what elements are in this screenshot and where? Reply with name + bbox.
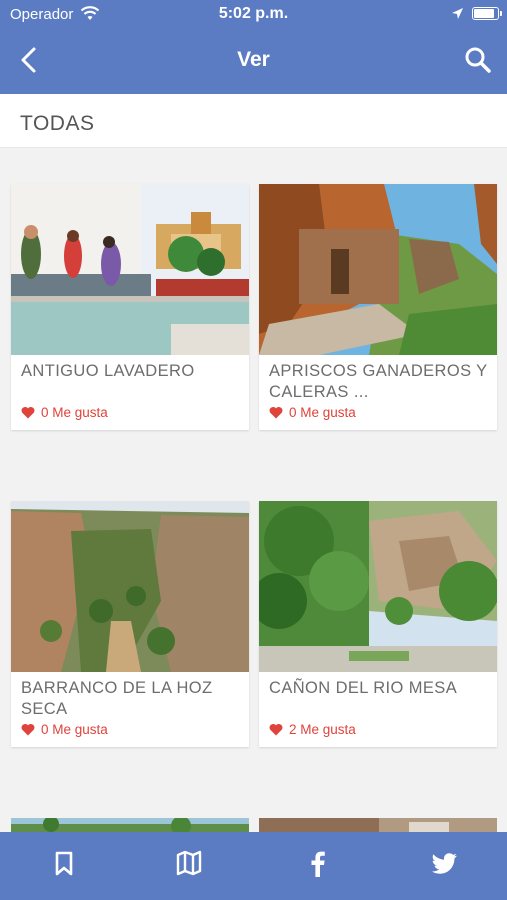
heart-icon (21, 407, 35, 419)
place-photo (11, 501, 249, 672)
like-count[interactable]: 2 Me gusta (269, 722, 356, 737)
place-card[interactable]: BARRANCO DE LA HOZ SECA 0 Me gusta (11, 501, 249, 747)
tab-facebook[interactable] (303, 848, 333, 878)
like-count[interactable]: 0 Me gusta (21, 405, 108, 420)
like-count-label: 0 Me gusta (289, 405, 356, 420)
page-title: Ver (237, 48, 270, 71)
place-photo (259, 501, 497, 672)
search-button[interactable] (462, 44, 494, 76)
place-photo (259, 184, 497, 355)
tab-twitter[interactable] (429, 848, 459, 878)
like-count-label: 0 Me gusta (41, 405, 108, 420)
like-count-label: 2 Me gusta (289, 722, 356, 737)
twitter-icon (431, 853, 457, 874)
category-filter[interactable]: TODAS (0, 94, 507, 148)
place-name: APRISCOS GANADEROS Y CALERAS ... (269, 362, 488, 401)
heart-icon (21, 724, 35, 736)
place-card[interactable]: CAÑON DEL RIO MESA 2 Me gusta (259, 501, 497, 747)
map-icon (176, 850, 202, 876)
places-grid: ANTIGUO LAVADERO 0 Me gusta APRISCOS GAN… (0, 148, 507, 832)
facebook-icon (311, 851, 325, 877)
tab-bar (0, 832, 507, 900)
place-photo (259, 818, 497, 832)
location-arrow-icon (452, 8, 463, 19)
status-bar: Operador 5:02 p.m. (0, 0, 507, 28)
tab-bookmarks[interactable] (49, 848, 79, 878)
place-name: BARRANCO DE LA HOZ SECA (21, 679, 213, 718)
place-card-partial[interactable] (259, 818, 497, 832)
clock: 5:02 p.m. (218, 5, 289, 22)
nav-bar: Ver (0, 28, 507, 94)
place-name: ANTIGUO LAVADERO (21, 362, 195, 380)
place-card[interactable]: ANTIGUO LAVADERO 0 Me gusta (11, 184, 249, 430)
place-photo (11, 184, 249, 355)
bookmark-icon (55, 851, 73, 876)
heart-icon (269, 407, 283, 419)
place-card[interactable]: APRISCOS GANADEROS Y CALERAS ... 0 Me gu… (259, 184, 497, 430)
like-count-label: 0 Me gusta (41, 722, 108, 737)
category-label: TODAS (20, 112, 95, 135)
place-photo (11, 818, 249, 832)
place-card-partial[interactable] (11, 818, 249, 832)
place-name: CAÑON DEL RIO MESA (269, 679, 458, 697)
tab-map[interactable] (174, 848, 204, 878)
battery-level (474, 9, 494, 18)
battery-icon (472, 7, 502, 20)
like-count[interactable]: 0 Me gusta (269, 405, 356, 420)
like-count[interactable]: 0 Me gusta (21, 722, 108, 737)
heart-icon (269, 724, 283, 736)
